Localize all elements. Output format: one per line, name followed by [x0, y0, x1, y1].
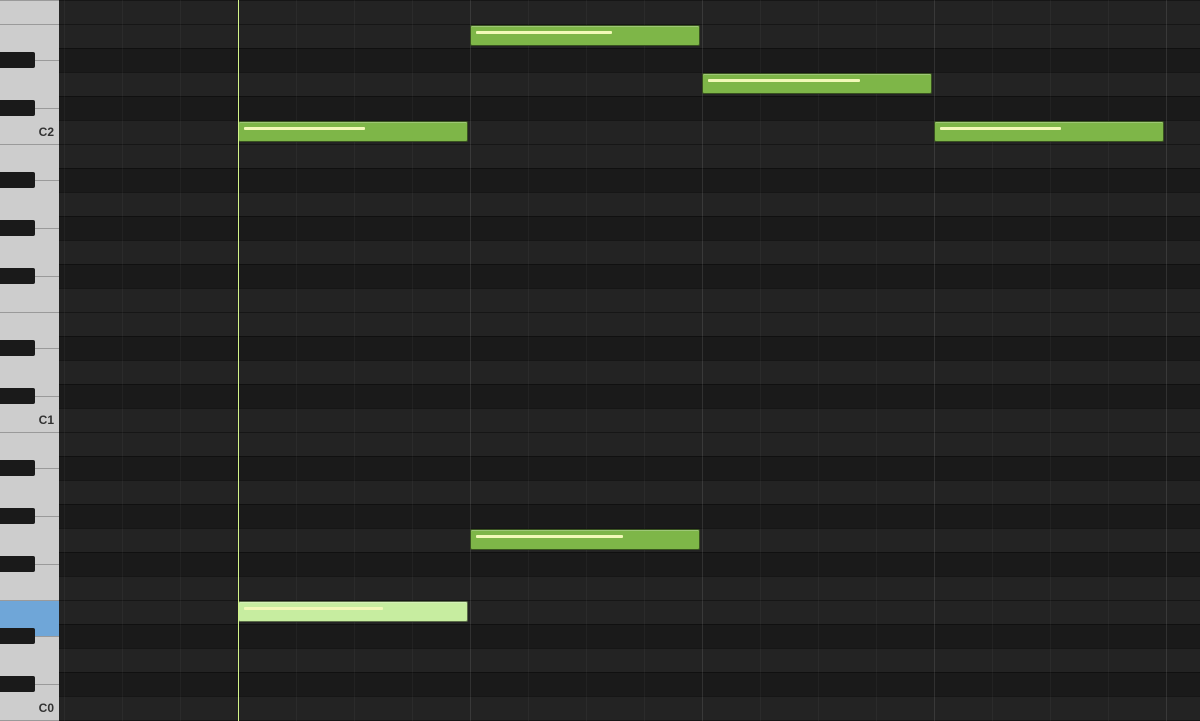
- grid-row[interactable]: [59, 288, 1200, 312]
- piano-key-A#1[interactable]: [0, 172, 35, 188]
- piano-key-G#1[interactable]: [0, 220, 35, 236]
- grid-row[interactable]: [59, 576, 1200, 600]
- grid-row[interactable]: [59, 408, 1200, 432]
- grid-line: [876, 0, 877, 721]
- piano-key-D#1[interactable]: [0, 340, 35, 356]
- midi-note[interactable]: [470, 25, 700, 46]
- midi-note[interactable]: [702, 73, 932, 94]
- grid-row[interactable]: [59, 192, 1200, 216]
- note-velocity-bar: [708, 79, 860, 82]
- grid-line: [1108, 0, 1109, 721]
- grid-line: [992, 0, 993, 721]
- grid-line: [122, 0, 123, 721]
- grid-row[interactable]: [59, 432, 1200, 456]
- grid-row[interactable]: [59, 456, 1200, 480]
- note-velocity-bar: [476, 535, 623, 538]
- grid-row[interactable]: [59, 600, 1200, 624]
- grid-row[interactable]: [59, 264, 1200, 288]
- grid-line: [180, 0, 181, 721]
- grid-row[interactable]: [59, 216, 1200, 240]
- grid-line: [644, 0, 645, 721]
- note-velocity-bar: [476, 31, 612, 34]
- grid-row[interactable]: [59, 96, 1200, 120]
- grid-row[interactable]: [59, 624, 1200, 648]
- piano-key-C#0[interactable]: [0, 676, 35, 692]
- note-grid[interactable]: [59, 0, 1200, 721]
- midi-note[interactable]: [470, 529, 700, 550]
- piano-key-A#0[interactable]: [0, 460, 35, 476]
- grid-line: [818, 0, 819, 721]
- grid-line: [1050, 0, 1051, 721]
- piano-key-D#2[interactable]: [0, 52, 35, 68]
- piano-key-D#0[interactable]: [0, 628, 35, 644]
- piano-key-C#2[interactable]: [0, 100, 35, 116]
- midi-note[interactable]: [238, 121, 468, 142]
- grid-row[interactable]: [59, 648, 1200, 672]
- grid-row[interactable]: [59, 552, 1200, 576]
- grid-line: [760, 0, 761, 721]
- grid-row[interactable]: [59, 696, 1200, 720]
- grid-line: [702, 0, 703, 721]
- midi-note[interactable]: [238, 601, 468, 622]
- note-velocity-bar: [940, 127, 1061, 130]
- key-label: C2: [39, 126, 54, 138]
- piano-roll-editor: C2 C1 C0: [0, 0, 1200, 721]
- grid-line: [1166, 0, 1167, 721]
- note-velocity-bar: [244, 607, 383, 610]
- grid-row[interactable]: [59, 360, 1200, 384]
- grid-row[interactable]: [59, 504, 1200, 528]
- grid-row[interactable]: [59, 168, 1200, 192]
- grid-row[interactable]: [59, 312, 1200, 336]
- grid-line: [470, 0, 471, 721]
- piano-keyboard[interactable]: C2 C1 C0: [0, 0, 59, 721]
- grid-row[interactable]: [59, 240, 1200, 264]
- midi-note[interactable]: [934, 121, 1164, 142]
- key-label: C1: [39, 414, 54, 426]
- grid-line: [934, 0, 935, 721]
- key-label: C0: [39, 702, 54, 714]
- grid-row[interactable]: [59, 336, 1200, 360]
- grid-line: [586, 0, 587, 721]
- grid-line: [528, 0, 529, 721]
- piano-key-F2[interactable]: [0, 0, 59, 24]
- piano-key-C#1[interactable]: [0, 388, 35, 404]
- grid-row[interactable]: [59, 48, 1200, 72]
- piano-key-F#0[interactable]: [0, 556, 35, 572]
- grid-row[interactable]: [59, 0, 1200, 24]
- note-velocity-bar: [244, 127, 365, 130]
- grid-row[interactable]: [59, 384, 1200, 408]
- grid-row[interactable]: [59, 144, 1200, 168]
- grid-row[interactable]: [59, 72, 1200, 96]
- grid-row[interactable]: [59, 480, 1200, 504]
- piano-key-F#1[interactable]: [0, 268, 35, 284]
- grid-row[interactable]: [59, 672, 1200, 696]
- grid-line: [64, 0, 65, 721]
- piano-key-G#0[interactable]: [0, 508, 35, 524]
